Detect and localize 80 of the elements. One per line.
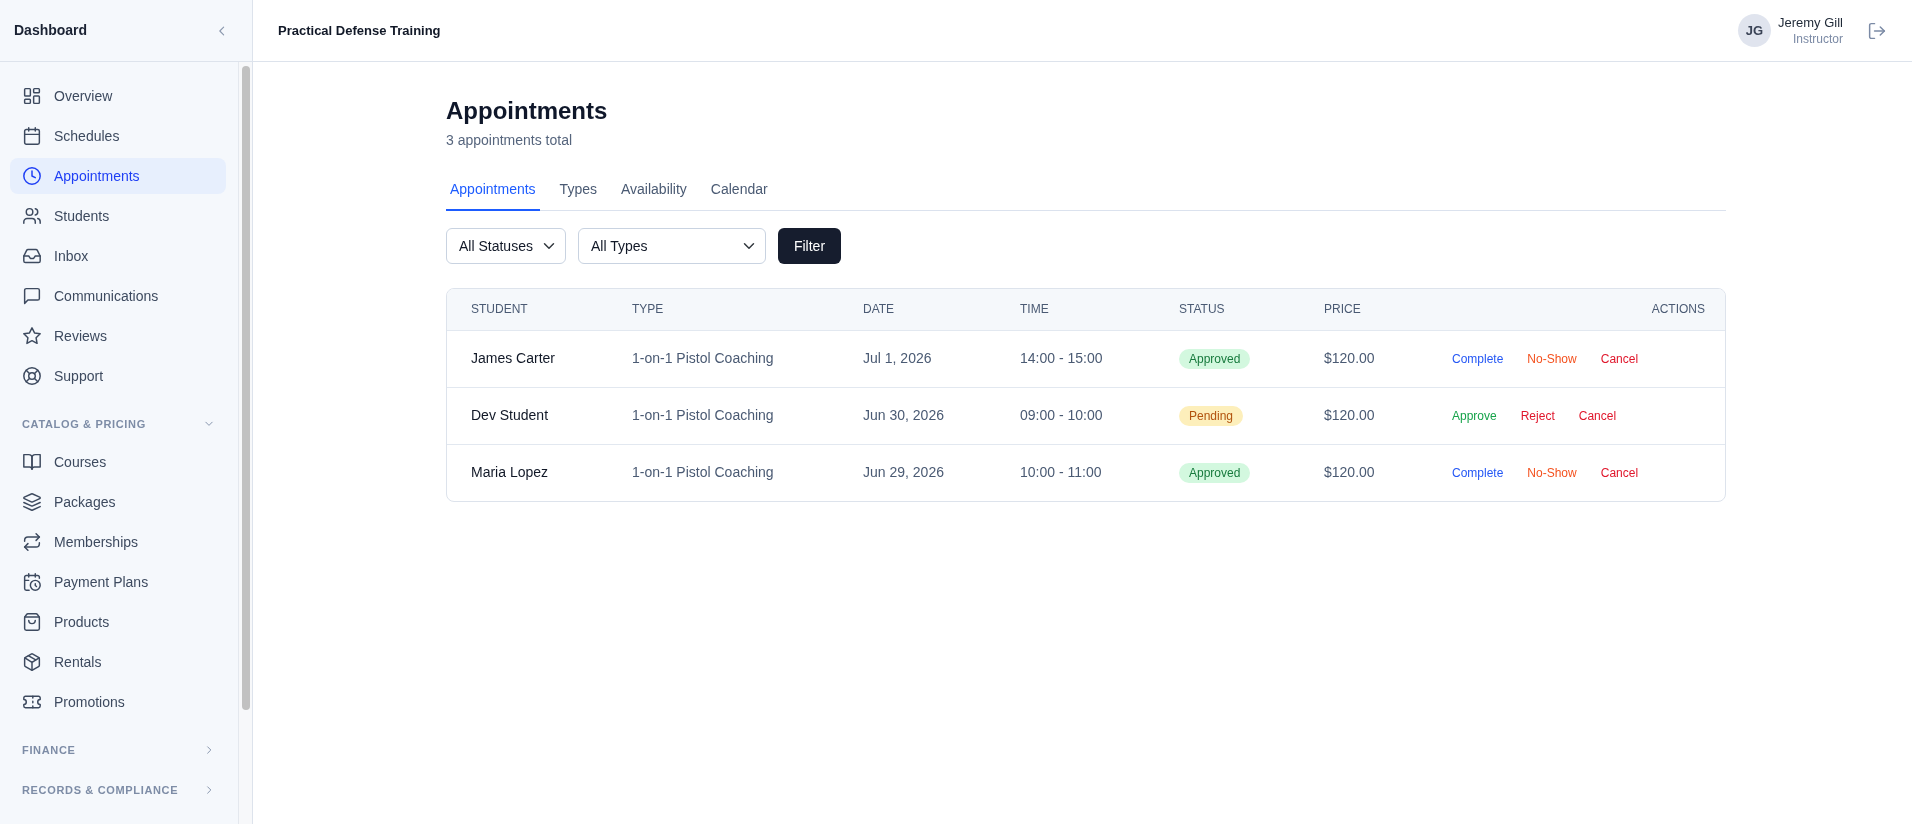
action-link[interactable]: Complete [1452, 349, 1504, 368]
user-name: Jeremy Gill [1778, 14, 1843, 31]
sidebar-item[interactable]: Packages [10, 484, 226, 520]
grid-icon [23, 87, 41, 105]
table-cell: 1-on-1 Pistol Coaching [608, 444, 839, 501]
table-cell: 09:00 - 10:00 [996, 387, 1155, 444]
lifebuoy-icon [23, 367, 41, 385]
column-header: TIME [996, 289, 1155, 330]
page-title: Appointments [446, 96, 609, 125]
tab[interactable]: Calendar [706, 171, 772, 211]
page-subtitle: 3 appointments total [446, 131, 574, 150]
action-link[interactable]: Cancel [1578, 406, 1617, 425]
chat-bubble-icon [23, 287, 41, 305]
sidebar-item[interactable]: Reviews [10, 318, 226, 354]
column-header: ACTIONS [1428, 289, 1725, 330]
sidebar-item[interactable]: Support [10, 358, 226, 394]
action-link[interactable]: Complete [1452, 463, 1504, 482]
sidebar-item[interactable]: Courses [10, 444, 226, 480]
avatar: JG [1738, 14, 1771, 47]
column-header: TYPE [608, 289, 839, 330]
action-link[interactable]: Reject [1520, 406, 1555, 425]
table-cell: 14:00 - 15:00 [996, 330, 1155, 387]
users-icon [23, 207, 41, 225]
table-cell: $120.00 [1300, 444, 1428, 501]
action-link[interactable]: Cancel [1600, 463, 1639, 482]
type-select[interactable]: All Types [578, 228, 766, 264]
table-cell: $120.00 [1300, 330, 1428, 387]
logout-icon [1868, 21, 1886, 40]
scrollbar-thumb[interactable] [242, 66, 250, 710]
tab[interactable]: Availability [616, 171, 691, 211]
clock-icon [23, 167, 41, 185]
sidebar-item[interactable]: Appointments [10, 158, 226, 194]
column-header: DATE [839, 289, 996, 330]
table-cell: Maria Lopez [447, 444, 608, 501]
table-cell: 10:00 - 11:00 [996, 444, 1155, 501]
sidebar-title: Dashboard [14, 21, 88, 40]
table-cell: Jul 1, 2026 [839, 330, 996, 387]
action-link[interactable]: Cancel [1600, 349, 1639, 368]
app-title: Practical Defense Training [278, 21, 441, 40]
sidebar-item[interactable]: Payment Plans [10, 564, 226, 600]
sidebar-item[interactable]: Overview [10, 78, 226, 114]
table-cell: Dev Student [447, 387, 608, 444]
tab[interactable]: Types [555, 171, 601, 211]
box-icon [23, 653, 41, 671]
table-cell: $120.00 [1300, 387, 1428, 444]
inbox-tray-icon [23, 247, 41, 265]
table-cell: James Carter [447, 330, 608, 387]
status-select[interactable]: All Statuses [446, 228, 566, 264]
user-role: Instructor [1792, 31, 1843, 47]
sidebar-item[interactable]: Promotions [10, 684, 226, 720]
column-header: STUDENT [447, 289, 608, 330]
logout-button[interactable] [1868, 21, 1886, 40]
book-icon [23, 453, 41, 471]
action-link[interactable]: No-Show [1527, 349, 1577, 368]
layers-icon [23, 493, 41, 511]
column-header: STATUS [1155, 289, 1300, 330]
tab[interactable]: Appointments [446, 171, 540, 211]
sidebar-item[interactable]: Rentals [10, 644, 226, 680]
table-cell: 1-on-1 Pistol Coaching [608, 330, 839, 387]
sidebar-item[interactable]: Memberships [10, 524, 226, 560]
repeat-icon [23, 533, 41, 551]
calendar-icon [23, 127, 41, 145]
sidebar-item[interactable]: Students [10, 198, 226, 234]
filter-button[interactable]: Filter [778, 228, 841, 264]
table-cell: 1-on-1 Pistol Coaching [608, 387, 839, 444]
sidebar-item[interactable]: Inbox [10, 238, 226, 274]
ticket-icon [23, 693, 41, 711]
star-icon [23, 327, 41, 345]
column-header: PRICE [1300, 289, 1428, 330]
table-cell: Jun 30, 2026 [839, 387, 996, 444]
sidebar-item[interactable]: Schedules [10, 118, 226, 154]
status-badge: Approved [1179, 463, 1251, 484]
status-badge: Pending [1179, 406, 1244, 426]
sidebar-item[interactable]: Products [10, 604, 226, 640]
status-badge: Approved [1179, 349, 1251, 369]
bag-icon [23, 613, 41, 631]
sidebar-item[interactable]: Communications [10, 278, 226, 314]
calendar-clock-icon [23, 573, 41, 591]
table-cell: Jun 29, 2026 [839, 444, 996, 501]
action-link[interactable]: No-Show [1527, 463, 1577, 482]
